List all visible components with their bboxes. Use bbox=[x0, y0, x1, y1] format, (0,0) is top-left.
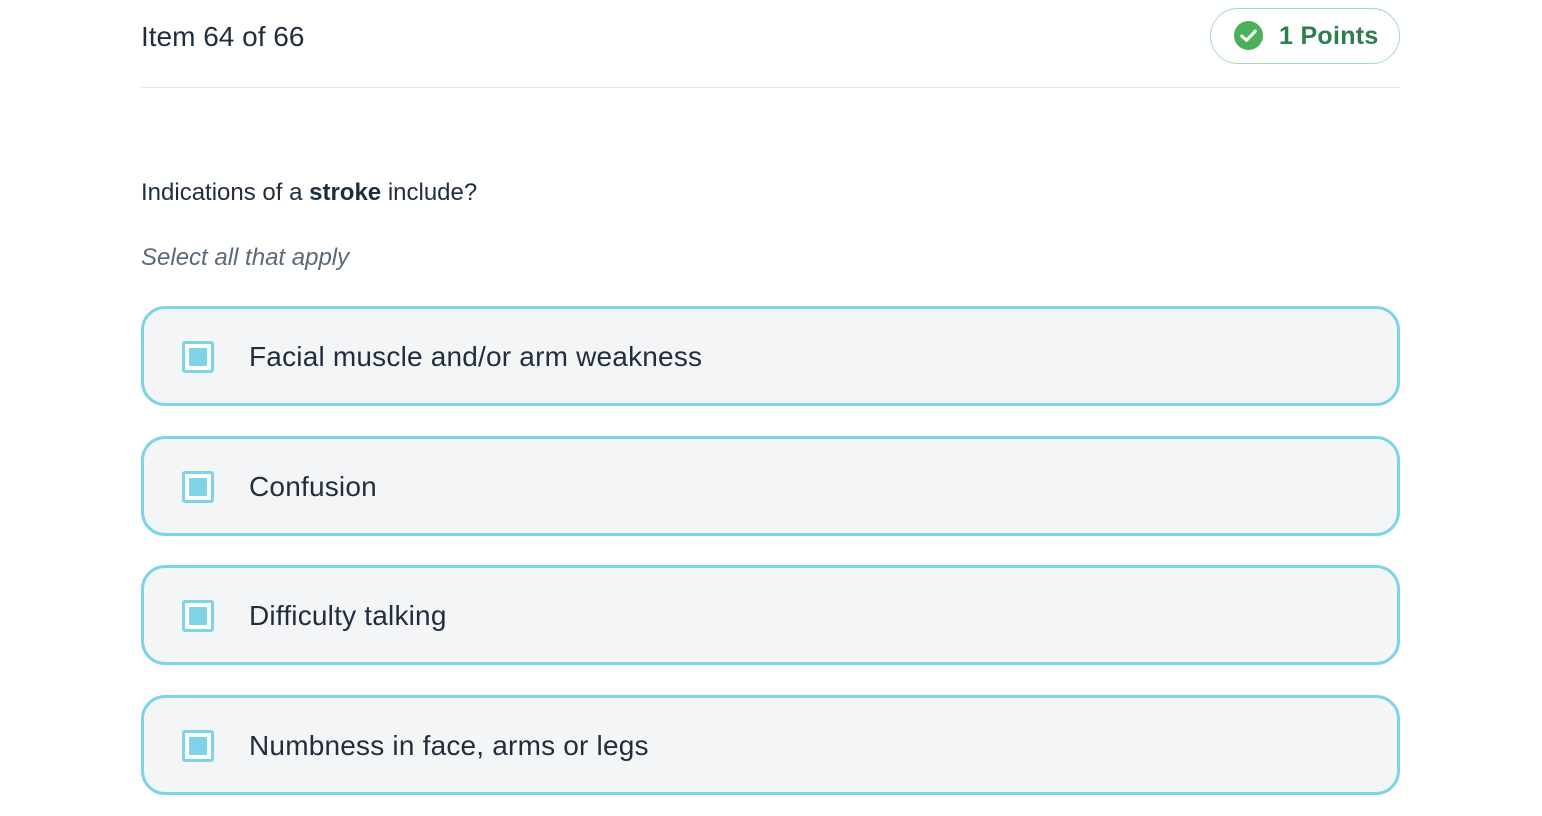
answer-checkbox[interactable] bbox=[182, 600, 214, 632]
answer-option-label: Facial muscle and/or arm weakness bbox=[249, 341, 703, 372]
points-label: 1 Points bbox=[1279, 22, 1379, 50]
answer-option[interactable]: Numbness in face, arms or legs bbox=[141, 695, 1400, 795]
answer-option[interactable]: Difficulty talking bbox=[141, 565, 1400, 665]
checkbox-checked-indicator bbox=[189, 737, 207, 755]
question-emphasis: stroke bbox=[309, 179, 382, 206]
answer-checkbox[interactable] bbox=[182, 471, 214, 503]
quiz-item: Item 64 of 66 1 Points Indications of a … bbox=[141, 0, 1400, 795]
answer-option[interactable]: Facial muscle and/or arm weakness bbox=[141, 306, 1400, 406]
question-prefix: Indications of a bbox=[141, 179, 310, 206]
answer-checkbox[interactable] bbox=[182, 730, 214, 762]
answer-option-label: Numbness in face, arms or legs bbox=[249, 730, 649, 761]
question-instruction: Select all that apply bbox=[141, 244, 350, 271]
points-badge: 1 Points bbox=[1210, 8, 1400, 64]
checkbox-checked-indicator bbox=[189, 478, 207, 496]
check-circle-icon bbox=[1233, 20, 1264, 51]
answer-option-label: Difficulty talking bbox=[249, 600, 447, 631]
question-text: Indications of a stroke include? bbox=[141, 178, 477, 208]
answer-option-label: Confusion bbox=[249, 471, 377, 502]
item-counter: Item 64 of 66 bbox=[141, 21, 305, 52]
question-suffix: include? bbox=[381, 179, 478, 206]
item-header: Item 64 of 66 1 Points bbox=[141, 0, 1400, 88]
answer-checkbox[interactable] bbox=[182, 341, 214, 373]
checkbox-checked-indicator bbox=[189, 607, 207, 625]
checkbox-checked-indicator bbox=[189, 348, 207, 366]
answer-option[interactable]: Confusion bbox=[141, 436, 1400, 536]
